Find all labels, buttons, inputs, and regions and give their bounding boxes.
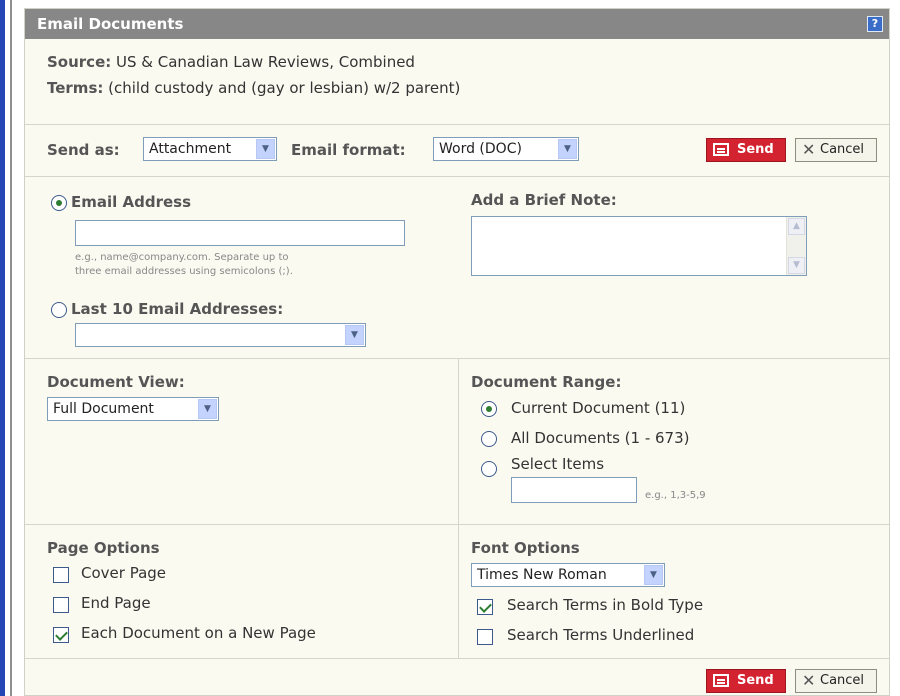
note-label: Add a Brief Note: — [471, 191, 617, 209]
current-document-label: Current Document (11) — [511, 399, 686, 417]
email-recipients-section: Email Address e.g., name@company.com. Se… — [25, 177, 889, 359]
each-document-new-page-label: Each Document on a New Page — [81, 624, 316, 642]
underlined-terms-label: Search Terms Underlined — [507, 626, 695, 644]
email-address-label: Email Address — [71, 193, 192, 211]
select-items-input[interactable] — [511, 477, 637, 503]
terms-label: Terms: — [47, 79, 104, 97]
search-info-section: Source: US & Canadian Law Reviews, Combi… — [25, 39, 889, 125]
send-button-label: Send — [737, 673, 774, 688]
document-view-value: Full Document — [53, 401, 154, 417]
last10-radio[interactable] — [51, 302, 67, 318]
cancel-button-label: Cancel — [820, 142, 865, 157]
font-select[interactable]: Times New Roman ▼ — [471, 563, 665, 587]
email-documents-dialog: Email Documents ? Source: US & Canadian … — [24, 8, 890, 696]
font-options-label: Font Options — [471, 539, 580, 557]
chevron-down-icon: ▼ — [644, 565, 663, 585]
email-address-radio[interactable] — [51, 195, 67, 211]
left-accent-bar — [0, 0, 5, 696]
chevron-down-icon: ▼ — [256, 139, 275, 159]
select-items-radio[interactable] — [481, 461, 497, 477]
scroll-down-icon[interactable]: ▼ — [788, 257, 805, 274]
chevron-down-icon: ▼ — [198, 399, 217, 419]
send-icon — [713, 674, 729, 687]
document-view-label: Document View: — [47, 373, 185, 391]
source-value: US & Canadian Law Reviews, Combined — [116, 53, 415, 71]
select-items-hint: e.g., 1,3-5,9 — [645, 490, 706, 501]
cancel-button-top[interactable]: ✕ Cancel — [795, 138, 877, 162]
font-value: Times New Roman — [477, 567, 607, 583]
email-format-value: Word (DOC) — [439, 141, 522, 157]
email-hint-line1: e.g., name@company.com. Separate up to — [75, 252, 289, 263]
end-page-label: End Page — [81, 594, 151, 612]
send-button-label: Send — [737, 142, 774, 157]
close-icon: ✕ — [802, 140, 816, 159]
end-page-checkbox[interactable] — [53, 597, 69, 613]
bold-terms-label: Search Terms in Bold Type — [507, 596, 704, 614]
last10-select[interactable]: ▼ — [75, 323, 366, 347]
all-documents-radio[interactable] — [481, 431, 497, 447]
underlined-terms-checkbox[interactable] — [477, 629, 493, 645]
send-as-value: Attachment — [149, 141, 232, 157]
note-scrollbar[interactable]: ▲ ▼ — [786, 217, 806, 275]
email-format-select[interactable]: Word (DOC) ▼ — [433, 137, 579, 161]
left-scroll-edge — [10, 0, 12, 696]
send-as-select[interactable]: Attachment ▼ — [143, 137, 277, 161]
select-items-label: Select Items — [511, 455, 605, 473]
column-divider — [458, 525, 459, 658]
chevron-down-icon: ▼ — [558, 139, 577, 159]
terms-value: (child custody and (gay or lesbian) w/2 … — [108, 79, 461, 97]
dialog-title: Email Documents — [37, 15, 184, 33]
send-options-section: Send as: Attachment ▼ Email format: Word… — [25, 125, 889, 177]
scroll-up-icon[interactable]: ▲ — [788, 218, 805, 235]
email-address-input[interactable] — [75, 220, 405, 246]
document-range-label: Document Range: — [471, 373, 622, 391]
each-document-new-page-checkbox[interactable] — [53, 627, 69, 643]
last10-label: Last 10 Email Addresses: — [71, 300, 284, 318]
cancel-button-bottom[interactable]: ✕ Cancel — [795, 669, 877, 693]
bottom-actions: Send ✕ Cancel — [25, 659, 889, 696]
cover-page-checkbox[interactable] — [53, 567, 69, 583]
send-as-label: Send as: — [47, 141, 120, 159]
send-button-bottom[interactable]: Send — [706, 669, 786, 693]
terms-row: Terms: (child custody and (gay or lesbia… — [47, 75, 889, 101]
dialog-titlebar: Email Documents ? — [25, 9, 889, 39]
chevron-down-icon: ▼ — [345, 325, 364, 345]
cancel-button-label: Cancel — [820, 673, 865, 688]
page-options-label: Page Options — [47, 539, 160, 557]
cover-page-label: Cover Page — [81, 564, 167, 582]
source-label: Source: — [47, 53, 112, 71]
column-divider — [458, 359, 459, 524]
current-document-radio[interactable] — [481, 401, 497, 417]
email-hint-line2: three email addresses using semicolons (… — [75, 266, 293, 277]
source-row: Source: US & Canadian Law Reviews, Combi… — [47, 49, 889, 75]
note-textarea[interactable]: ▲ ▼ — [471, 216, 807, 276]
close-icon: ✕ — [802, 671, 816, 690]
document-view-section: Document View: Full Document ▼ Document … — [25, 359, 889, 525]
help-icon[interactable]: ? — [867, 16, 883, 32]
send-button-top[interactable]: Send — [706, 138, 786, 162]
bold-terms-checkbox[interactable] — [477, 599, 493, 615]
email-format-label: Email format: — [291, 141, 406, 159]
formatting-options-section: Page Options Cover Page End Page Each Do… — [25, 525, 889, 659]
document-view-select[interactable]: Full Document ▼ — [47, 397, 219, 421]
send-icon — [713, 143, 729, 156]
all-documents-label: All Documents (1 - 673) — [511, 429, 690, 447]
